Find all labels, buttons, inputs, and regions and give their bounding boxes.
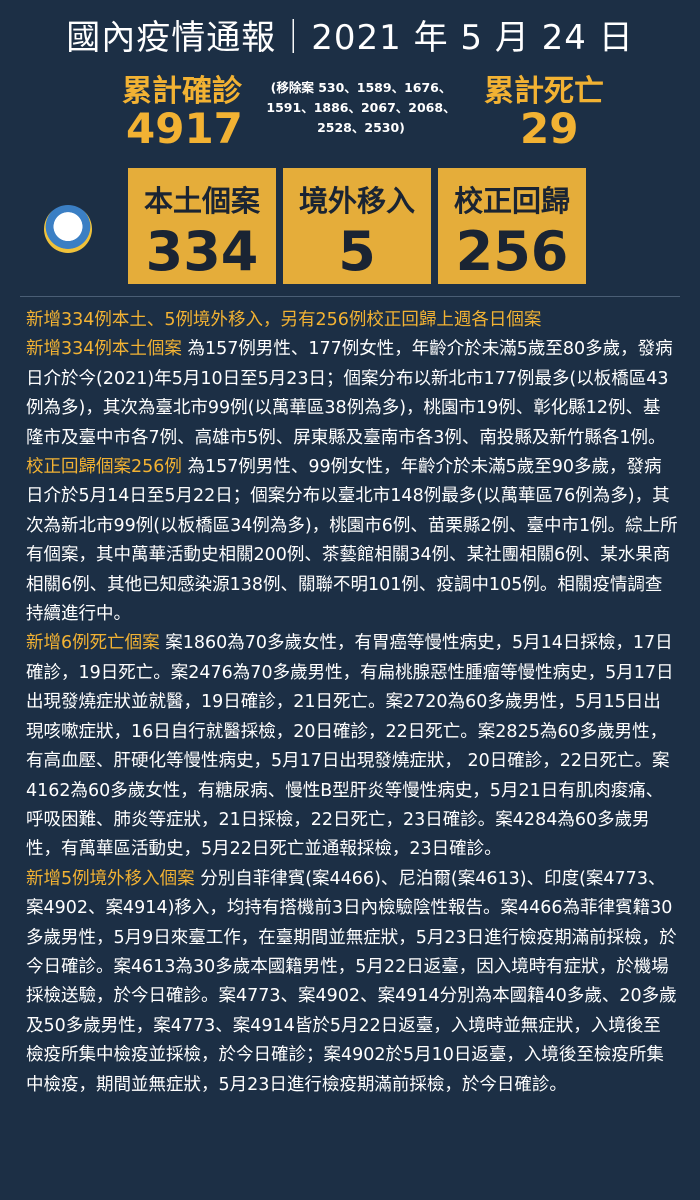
backlog-cases-value: 256 <box>455 220 569 283</box>
domestic-cases-label: 本土個案 <box>143 184 260 218</box>
cdc-emblem-icon <box>44 205 92 253</box>
imported-cases-box: 境外移入 5 <box>283 168 431 284</box>
domestic-cases-box: 本土個案 334 <box>128 168 276 284</box>
backlog-cases-label: 校正回歸 <box>453 184 570 218</box>
backlog-cases-box: 校正回歸 256 <box>438 168 586 284</box>
section-text: 分別自菲律賓(案4466)、尼泊爾(案4613)、印度(案4773、案4902、… <box>26 868 677 1095</box>
section-text: 為157例男性、99例女性，年齡介於未滿5歲至90多歲，發病日介於5月14日至5… <box>26 457 678 625</box>
page-title: 國內疫情通報｜2021 年 5 月 24 日 <box>66 18 634 58</box>
section-backlog: 校正回歸個案256例 為157例男性、99例女性，年齡介於未滿5歲至90多歲，發… <box>26 453 678 629</box>
report-body: 新增334例本土、5例境外移入，另有256例校正回歸上週各日個案 新增334例本… <box>26 306 678 1100</box>
section-heading: 新增6例死亡個案 <box>26 633 160 654</box>
divider <box>20 296 680 297</box>
section-text: 案1860為70多歲女性，有胃癌等慢性病史，5月14日採檢，17日確診，19日死… <box>26 633 674 860</box>
section-heading: 新增5例境外移入個案 <box>26 868 195 889</box>
report-headline: 新增334例本土、5例境外移入，另有256例校正回歸上週各日個案 <box>26 310 542 330</box>
section-domestic: 新增334例本土個案 為157例男性、177例女性，年齡介於未滿5歲至80多歲，… <box>26 335 678 453</box>
imported-cases-value: 5 <box>338 220 376 283</box>
cumulative-deaths-value: 29 <box>520 104 579 153</box>
section-heading: 新增334例本土個案 <box>26 339 182 360</box>
cumulative-confirmed-value: 4917 <box>126 104 243 153</box>
section-heading: 校正回歸個案256例 <box>26 457 182 478</box>
section-imported: 新增5例境外移入個案 分別自菲律賓(案4466)、尼泊爾(案4613)、印度(案… <box>26 865 678 1100</box>
section-deaths: 新增6例死亡個案 案1860為70多歲女性，有胃癌等慢性病史，5月14日採檢，1… <box>26 629 678 864</box>
domestic-cases-value: 334 <box>145 220 259 283</box>
imported-cases-label: 境外移入 <box>298 184 415 218</box>
excluded-cases-note: (移除案 530、1589、1676、1591、1886、2067、2068、2… <box>266 80 456 135</box>
